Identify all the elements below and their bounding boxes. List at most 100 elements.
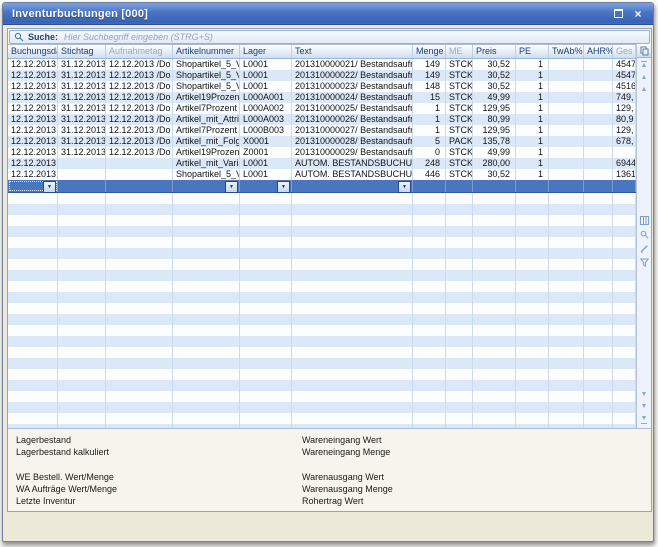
cell-pe[interactable]: 1 [516, 158, 549, 169]
cell-buchungsdatum[interactable]: 12.12.2013 [8, 158, 58, 169]
cell-stichtag[interactable]: 31.12.2013 [58, 70, 106, 81]
cell-lager[interactable]: L0001 [240, 70, 292, 81]
cell-preis[interactable]: 49,99 [473, 92, 516, 103]
cell-menge[interactable]: 1 [413, 125, 446, 136]
cell-preis[interactable]: 49,99 [473, 147, 516, 158]
cell-buchungsdatum[interactable]: 12.12.2013 [8, 59, 58, 70]
scroll-page-up-icon[interactable]: ▲ [641, 74, 648, 82]
table-row[interactable]: 12.12.201331.12.201312.12.2013 /DoArtike… [8, 147, 636, 158]
cell-lager[interactable]: L000A002 [240, 103, 292, 114]
cell-ges[interactable] [613, 147, 636, 158]
cell-twab[interactable] [549, 70, 584, 81]
filter-icon[interactable] [640, 258, 649, 267]
column-header-twab[interactable]: TwAb% [549, 45, 584, 58]
scrollbar-track[interactable]: ▲ ▲ ▲ [637, 58, 651, 428]
cell-pe[interactable]: 1 [516, 114, 549, 125]
cell-ahr[interactable] [584, 70, 613, 81]
cell-aufnahmetag[interactable] [106, 158, 173, 169]
cell-buchungsdatum[interactable]: 12.12.2013 [8, 169, 58, 180]
filter-dropdown-button[interactable]: ▼ [43, 181, 56, 193]
scroll-down-icon[interactable]: ▼ [641, 391, 648, 399]
cell-menge[interactable]: 248 [413, 158, 446, 169]
cell-stichtag[interactable] [58, 158, 106, 169]
empty-row[interactable] [8, 204, 636, 215]
empty-row[interactable] [8, 303, 636, 314]
cell-me[interactable]: PACK [446, 136, 473, 147]
cell-preis[interactable]: 30,52 [473, 81, 516, 92]
copy-button[interactable] [637, 44, 651, 58]
scroll-to-bottom-icon[interactable]: ▼ [641, 415, 648, 424]
cell-twab[interactable] [549, 103, 584, 114]
cell-buchungsdatum[interactable]: 12.12.2013 [8, 70, 58, 81]
cell-twab[interactable] [549, 147, 584, 158]
cell-text[interactable]: 201310000023/ Bestandsaufnahme I [292, 81, 413, 92]
cell-artikelnummer[interactable]: Shopartikel_5_Varia [173, 81, 240, 92]
cell-lager[interactable]: L0001 [240, 81, 292, 92]
cell-ges[interactable]: 1361 [613, 169, 636, 180]
scroll-up-icon[interactable]: ▲ [641, 86, 648, 94]
cell-stichtag[interactable]: 31.12.2013 [58, 81, 106, 92]
scroll-to-top-icon[interactable]: ▲ [641, 61, 648, 70]
cell-pe[interactable]: 1 [516, 92, 549, 103]
column-header-aufnahmetag[interactable]: Aufnahmetag [106, 45, 173, 58]
filter-cell-me[interactable] [446, 180, 473, 192]
cell-lager[interactable]: X0001 [240, 136, 292, 147]
filter-dropdown-button[interactable]: ▼ [398, 181, 411, 193]
column-header-menge[interactable]: Menge [413, 45, 446, 58]
cell-artikelnummer[interactable]: Artikel19Prozent [173, 147, 240, 158]
cell-ahr[interactable] [584, 103, 613, 114]
cell-preis[interactable]: 30,52 [473, 59, 516, 70]
cell-menge[interactable]: 148 [413, 81, 446, 92]
cell-lager[interactable]: L0001 [240, 158, 292, 169]
cell-ges[interactable]: 129, [613, 125, 636, 136]
cell-stichtag[interactable]: 31.12.2013 [58, 136, 106, 147]
empty-row[interactable] [8, 215, 636, 226]
cell-text[interactable]: 201310000029/ Bestandsaufnahme I [292, 147, 413, 158]
cell-ahr[interactable] [584, 169, 613, 180]
cell-twab[interactable] [549, 59, 584, 70]
column-header-lager[interactable]: Lager [240, 45, 292, 58]
cell-lager[interactable]: L0001 [240, 169, 292, 180]
cell-stichtag[interactable]: 31.12.2013 [58, 147, 106, 158]
titlebar[interactable]: Inventurbuchungen [000] × [3, 3, 653, 25]
cell-preis[interactable]: 135,78 [473, 136, 516, 147]
filter-cell-artikelnummer[interactable]: ▼ [173, 180, 240, 192]
filter-dropdown-button[interactable]: ▼ [225, 181, 238, 193]
filter-cell-menge[interactable] [413, 180, 446, 192]
cell-ges[interactable]: 4516 [613, 81, 636, 92]
cell-artikelnummer[interactable]: Shopartikel_5_Varia [173, 70, 240, 81]
cell-preis[interactable]: 129,95 [473, 103, 516, 114]
cell-menge[interactable]: 446 [413, 169, 446, 180]
cell-twab[interactable] [549, 125, 584, 136]
cell-ahr[interactable] [584, 59, 613, 70]
cell-menge[interactable]: 1 [413, 114, 446, 125]
filter-dropdown-button[interactable]: ▼ [277, 181, 290, 193]
filter-cell-lager[interactable]: ▼ [240, 180, 292, 192]
empty-row[interactable] [8, 325, 636, 336]
filter-cell-preis[interactable] [473, 180, 516, 192]
cell-preis[interactable]: 129,95 [473, 125, 516, 136]
empty-row[interactable] [8, 413, 636, 424]
cell-aufnahmetag[interactable]: 12.12.2013 /Do [106, 136, 173, 147]
cell-pe[interactable]: 1 [516, 81, 549, 92]
table-row[interactable]: 12.12.201331.12.201312.12.2013 /DoShopar… [8, 81, 636, 92]
cell-aufnahmetag[interactable]: 12.12.2013 /Do [106, 103, 173, 114]
table-row[interactable]: 12.12.201331.12.201312.12.2013 /DoShopar… [8, 59, 636, 70]
cell-ges[interactable]: 4547 [613, 70, 636, 81]
cell-twab[interactable] [549, 81, 584, 92]
cell-me[interactable]: STCK [446, 169, 473, 180]
cell-menge[interactable]: 5 [413, 136, 446, 147]
cell-ahr[interactable] [584, 81, 613, 92]
cell-stichtag[interactable]: 31.12.2013 [58, 59, 106, 70]
cell-lager[interactable]: L000A001 [240, 92, 292, 103]
cell-menge[interactable]: 1 [413, 103, 446, 114]
cell-pe[interactable]: 1 [516, 59, 549, 70]
cell-buchungsdatum[interactable]: 12.12.2013 [8, 125, 58, 136]
empty-row[interactable] [8, 336, 636, 347]
cell-pe[interactable]: 1 [516, 125, 549, 136]
column-header-me[interactable]: ME [446, 45, 473, 58]
table-row[interactable]: 12.12.201331.12.201312.12.2013 /DoShopar… [8, 70, 636, 81]
cell-text[interactable]: 201310000028/ Bestandsaufnahme I [292, 136, 413, 147]
cell-pe[interactable]: 1 [516, 169, 549, 180]
column-header-text[interactable]: Text [292, 45, 413, 58]
